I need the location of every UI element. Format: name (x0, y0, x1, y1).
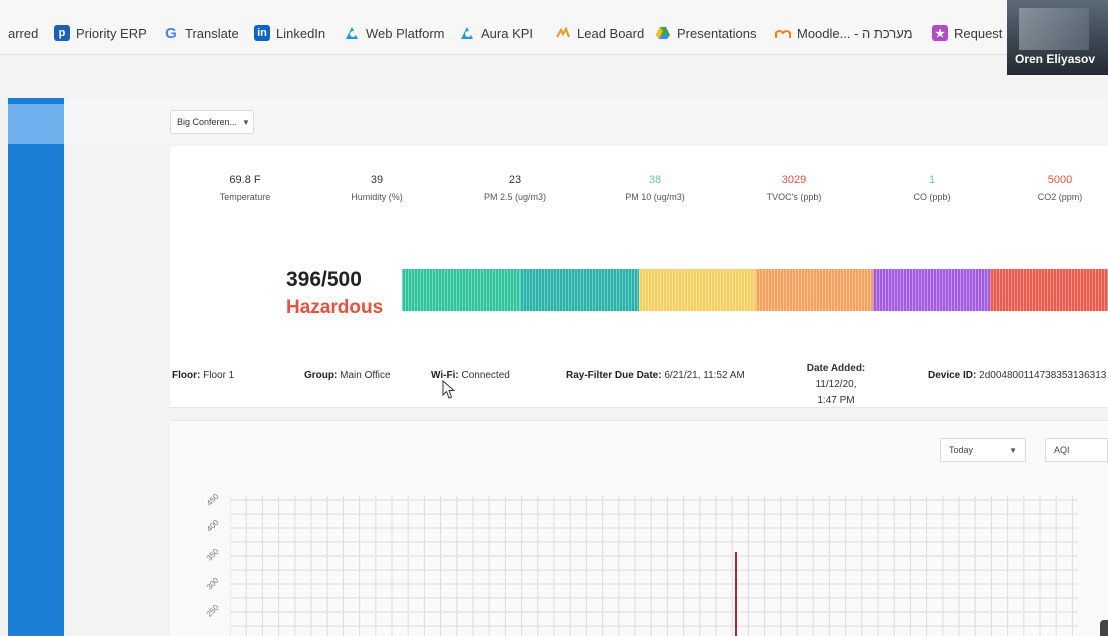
chevron-down-icon: ▼ (242, 117, 250, 127)
info-value: Connected (461, 370, 510, 381)
metric-select-value: AQI (1054, 445, 1070, 455)
metric-value: 39 (370, 174, 384, 186)
participant-video (1019, 8, 1089, 50)
sidebar-active-item[interactable] (8, 104, 64, 144)
aqi-segment-very-unhealthy (873, 269, 990, 311)
request-icon: ★ (932, 25, 948, 41)
info-value: 6/21/21, 11:52 AM (664, 370, 745, 381)
video-participant-tile: Oren Eliyasov (1007, 0, 1108, 75)
room-selector[interactable]: Big Conferen... ▼ (170, 110, 254, 134)
bookmark-request[interactable]: ★ Request (932, 23, 1002, 43)
metric-pm10: 38 PM 10 (ug/m3) (595, 174, 715, 202)
metric-co2: 5000 CO2 (ppm) (1012, 174, 1108, 202)
metric-value: 1 (928, 174, 936, 186)
bookmark-label: Aura KPI (481, 25, 534, 41)
info-label: Group: (304, 370, 338, 381)
aura-kpi-icon (459, 25, 475, 41)
metric-value: 5000 (1047, 174, 1073, 186)
info-value: Main Office (340, 370, 391, 381)
metric-co: 1 CO (ppb) (872, 174, 992, 202)
metric-value: 38 (648, 174, 662, 186)
chevron-down-icon: ▼ (1009, 445, 1017, 455)
metric-pm25: 23 PM 2.5 (ug/m3) (455, 174, 575, 202)
bookmark-label: Web Platform (366, 25, 445, 41)
aqi-segment-sensitive (639, 269, 756, 311)
info-label: Ray-Filter Due Date: (566, 370, 662, 381)
web-platform-icon (344, 25, 360, 41)
aqi-status: Hazardous (286, 297, 384, 318)
bookmark-aura-kpi[interactable]: Aura KPI (459, 23, 533, 43)
metric-label: PM 10 (ug/m3) (625, 192, 685, 202)
google-translate-icon: G (165, 24, 177, 42)
metric-label: PM 2.5 (ug/m3) (483, 192, 547, 202)
bookmark-lead-board[interactable]: Lead Board (555, 23, 644, 43)
info-value-time: 1:47 PM (817, 395, 855, 406)
bookmark-moodle[interactable]: Moodle... - מערכת ה (775, 23, 913, 43)
bookmark-web-platform[interactable]: Web Platform (344, 23, 445, 43)
bookmark-label: Priority ERP (76, 25, 147, 41)
info-floor: Floor: Floor 1 (172, 370, 234, 381)
info-device-id: Device ID: 2d004800114738353136313 (928, 370, 1106, 381)
google-drive-icon (655, 25, 671, 41)
bookmark-priority-erp[interactable]: p Priority ERP (54, 23, 147, 43)
aqi-scale-bar (402, 269, 1108, 311)
metric-value: 3029 (781, 174, 807, 186)
info-label: Date Added: (806, 363, 866, 374)
info-label: Floor: (172, 370, 201, 381)
participant-name: Oren Eliyasov (1015, 52, 1096, 66)
chart-bar (735, 552, 737, 636)
aqi-history-chart (230, 496, 1078, 636)
bookmark-translate[interactable]: G Translate (163, 23, 239, 43)
bookmark-label: Request (954, 25, 1003, 41)
bookmark-presentations[interactable]: Presentations (655, 23, 757, 43)
metric-tvoc: 3029 TVOC's (ppb) (734, 174, 854, 202)
range-select[interactable]: Today ▼ (940, 438, 1026, 462)
metric-select[interactable]: AQI (1045, 438, 1108, 462)
info-filter-due: Ray-Filter Due Date: 6/21/21, 11:52 AM (566, 370, 745, 381)
app-sidebar (8, 98, 64, 636)
mouse-pointer-icon (442, 380, 456, 399)
screen: arred p Priority ERP G Translate in Link… (0, 0, 1108, 636)
info-label: Device ID: (928, 370, 977, 381)
bookmark-label: Presentations (677, 25, 757, 41)
aqi-segment-unhealthy (756, 269, 873, 311)
metric-label: Temperature (219, 192, 271, 202)
bookmark-starred[interactable]: arred (8, 23, 38, 43)
metric-label: CO2 (ppm) (1037, 192, 1083, 202)
info-value: 2d004800114738353136313 (979, 370, 1107, 381)
bookmark-label: Lead Board (577, 25, 645, 41)
priority-erp-icon: p (54, 25, 70, 41)
aqi-score: 396/500 (286, 268, 362, 291)
lead-board-icon (555, 25, 571, 41)
metric-value: 23 (508, 174, 522, 186)
bookmark-label: Translate (185, 25, 239, 41)
linkedin-icon: in (254, 25, 270, 41)
info-value: 11/12/20, (815, 379, 857, 390)
room-selector-value: Big Conferen... (177, 117, 238, 127)
info-group: Group: Main Office (304, 370, 391, 381)
bookmark-label: arred (8, 25, 39, 41)
metric-temperature: 69.8 F Temperature (185, 174, 305, 202)
bookmark-label: Moodle... - מערכת ה (797, 25, 913, 41)
metric-label: CO (ppb) (913, 192, 951, 202)
bookmark-linkedin[interactable]: in LinkedIn (254, 23, 325, 43)
metric-label: Humidity (%) (351, 192, 403, 202)
info-value: Floor 1 (203, 370, 235, 381)
aqi-segment-moderate (520, 269, 639, 311)
scrollbar[interactable] (1100, 620, 1108, 636)
aqi-segment-good (402, 269, 520, 311)
bookmarks-bar: arred p Priority ERP G Translate in Link… (0, 0, 1108, 55)
metric-value: 69.8 F (229, 174, 261, 186)
aqi-segment-hazardous (990, 269, 1108, 311)
moodle-icon (775, 25, 791, 41)
bookmark-label: LinkedIn (276, 25, 326, 41)
range-select-value: Today (949, 445, 974, 455)
metric-label: TVOC's (ppb) (766, 192, 822, 202)
info-date-added: Date Added: 11/12/20, 1:47 PM (786, 361, 886, 409)
metric-humidity: 39 Humidity (%) (317, 174, 437, 202)
